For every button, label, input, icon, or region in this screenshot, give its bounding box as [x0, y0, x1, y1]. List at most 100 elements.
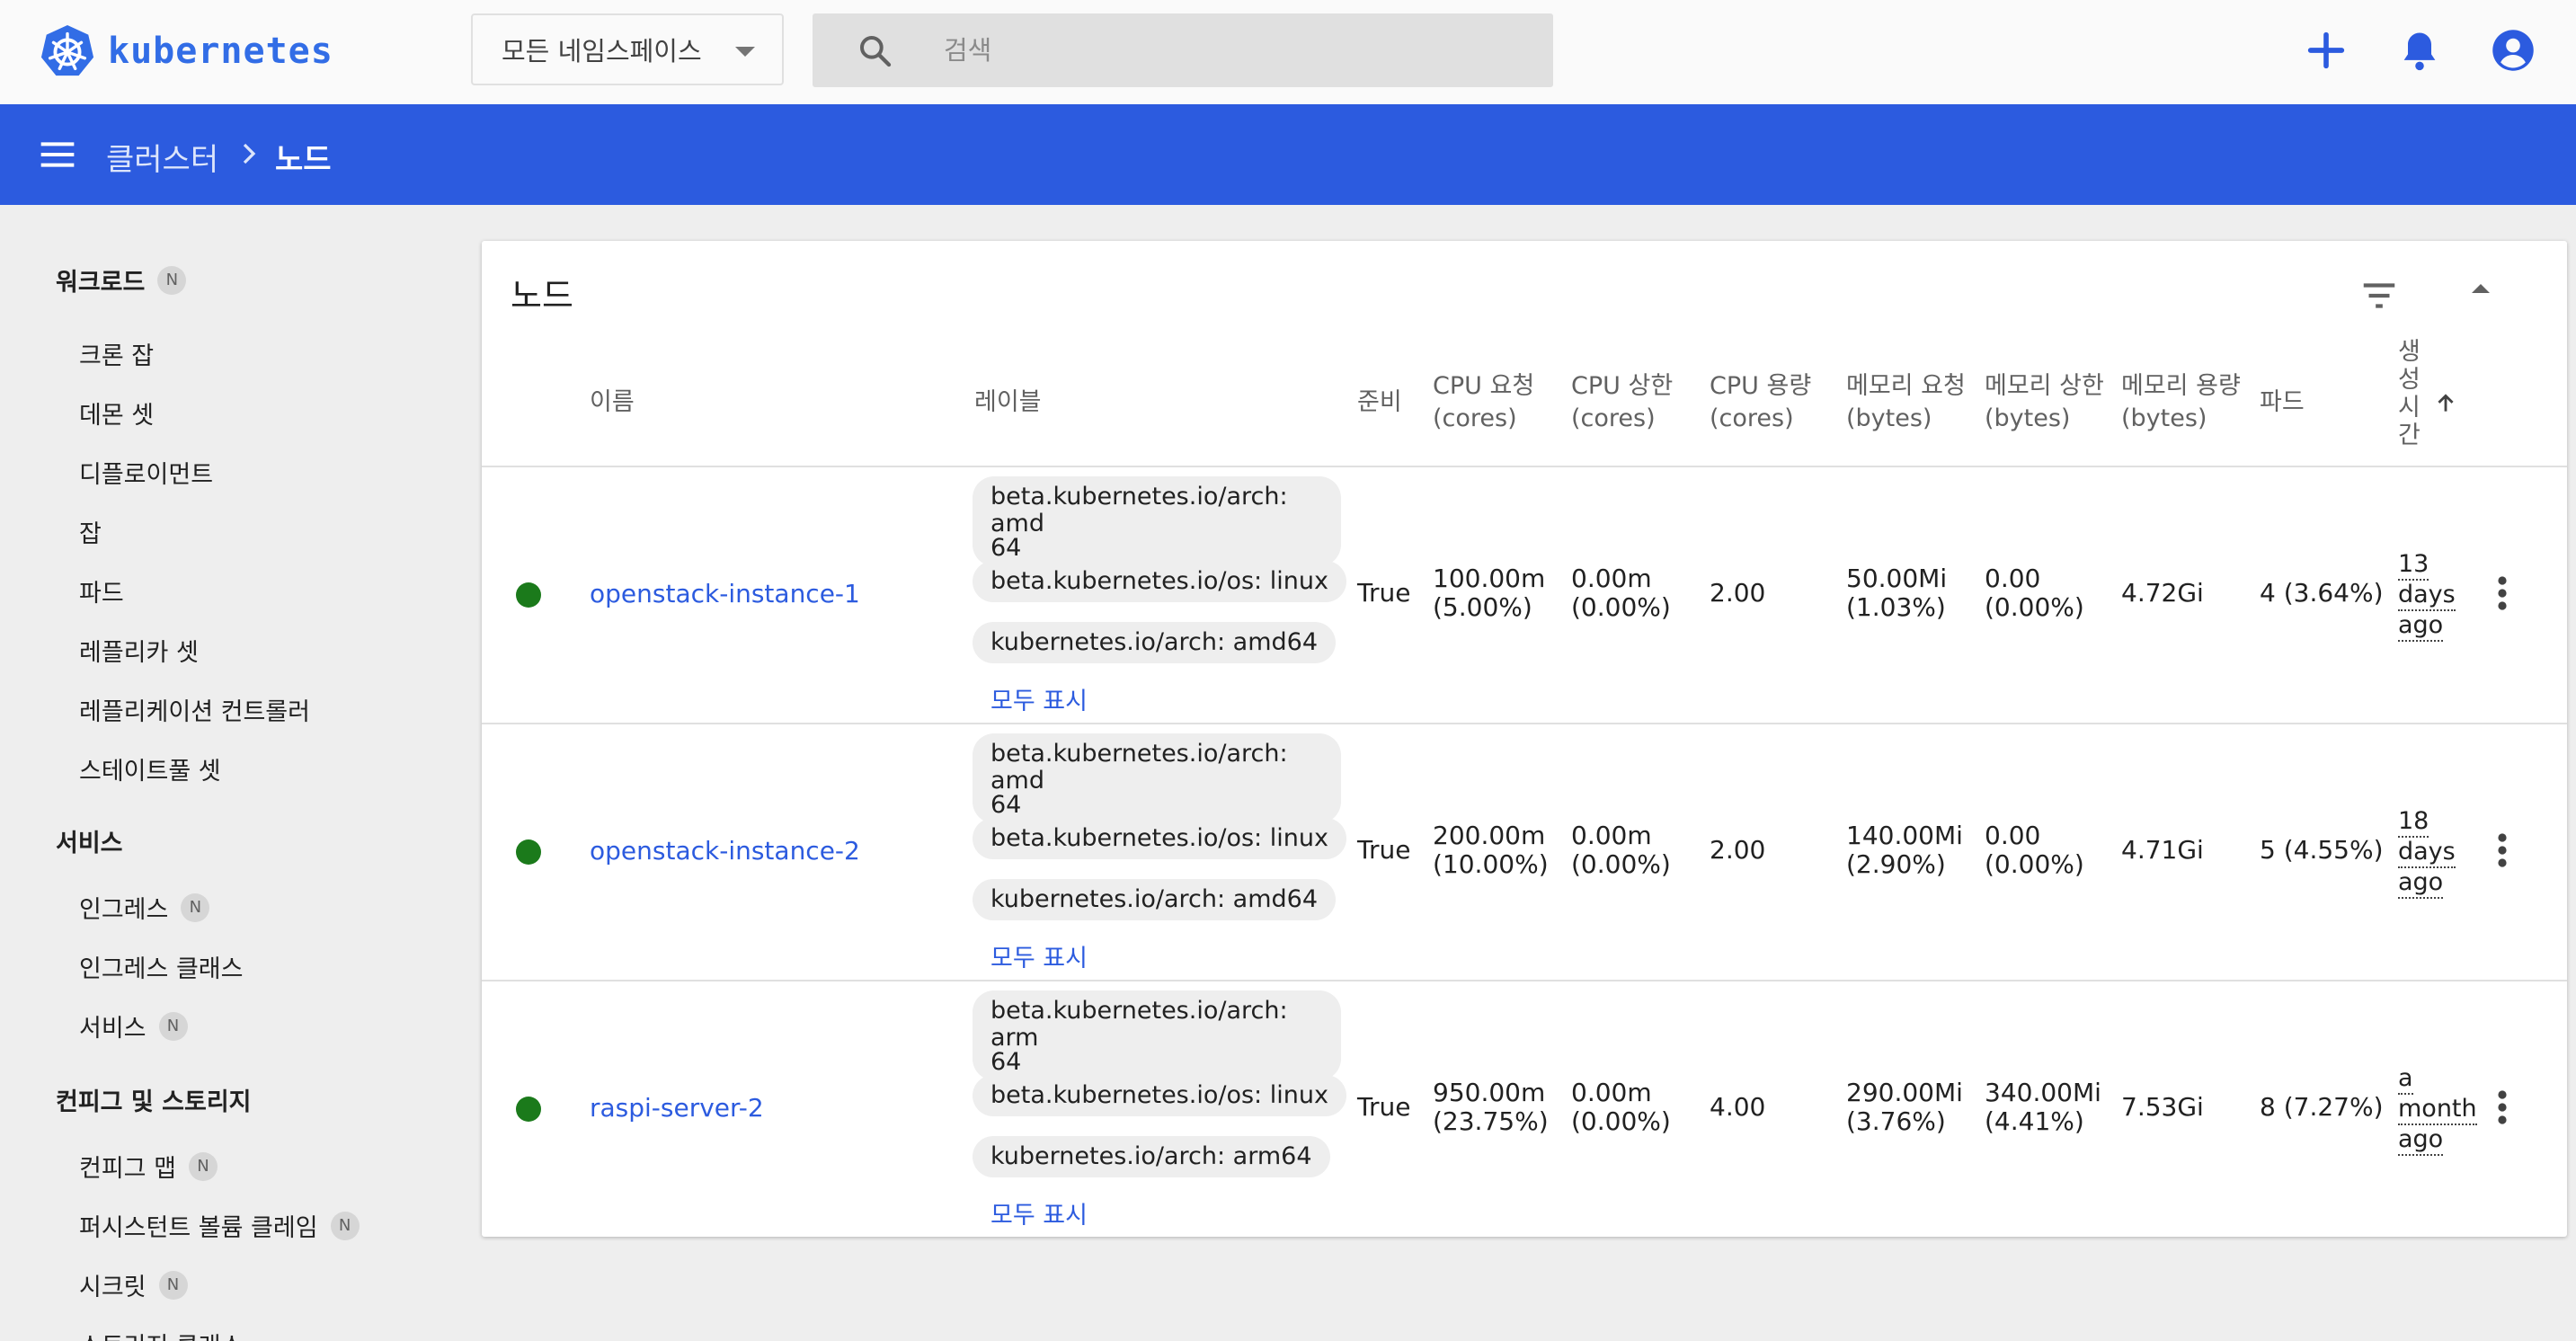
- namespaced-badge: N: [188, 1151, 218, 1181]
- top-bar: kubernetes 모든 네임스페이스: [0, 0, 2576, 104]
- namespaced-badge: N: [157, 265, 187, 295]
- node-name-link[interactable]: openstack-instance-2: [590, 836, 860, 866]
- label-chip[interactable]: beta.kubernetes.io/arch: amd 64: [973, 476, 1341, 566]
- namespace-select[interactable]: 모든 네임스페이스: [471, 13, 784, 85]
- label-chip[interactable]: kubernetes.io/arch: amd64: [973, 622, 1337, 663]
- sidebar-item-replication-controllers[interactable]: 레플리케이션 컨트롤러: [79, 692, 310, 727]
- plus-icon[interactable]: [2303, 27, 2349, 74]
- node-name-link[interactable]: openstack-instance-1: [590, 579, 860, 608]
- kubernetes-logo[interactable]: kubernetes: [40, 23, 333, 79]
- column-header-cpu-requests: CPU 요청 (cores): [1433, 372, 1535, 432]
- table-divider: [482, 723, 2567, 724]
- cpu-requests-value: 200.00m (10.00%): [1433, 821, 1549, 879]
- namespaced-badge: N: [330, 1211, 360, 1240]
- bell-icon[interactable]: [2396, 27, 2443, 74]
- column-header-created[interactable]: 생 성 시 간: [2398, 338, 2421, 449]
- label-chip[interactable]: beta.kubernetes.io/arch: amd 64: [973, 733, 1341, 823]
- search-input[interactable]: [944, 30, 1519, 71]
- sort-arrow-up-icon[interactable]: [2434, 390, 2457, 417]
- sidebar-item-daemonsets[interactable]: 데몬 셋: [79, 395, 154, 431]
- filter-icon[interactable]: [2358, 275, 2400, 316]
- node-name-link[interactable]: raspi-server-2: [590, 1093, 764, 1123]
- status-ok-icon: [516, 582, 541, 608]
- cpu-limits-value: 0.00m (0.00%): [1571, 1078, 1671, 1136]
- sidebar-item-storage-classes[interactable]: 스토리지 클래스: [79, 1327, 243, 1341]
- memory-capacity-value: 4.71Gi: [2121, 835, 2204, 865]
- logo-text: kubernetes: [108, 31, 333, 72]
- created-age: 13 days ago: [2398, 550, 2479, 642]
- kubernetes-wheel-icon: [40, 24, 94, 76]
- namespaced-badge: N: [158, 1270, 188, 1300]
- sidebar-item-replicasets[interactable]: 레플리카 셋: [79, 633, 199, 668]
- column-header-pods: 파드: [2260, 388, 2305, 416]
- more-vert-icon[interactable]: [2497, 1089, 2508, 1125]
- label-chip[interactable]: kubernetes.io/arch: amd64: [973, 879, 1337, 920]
- memory-requests-value: 140.00Mi (2.90%): [1846, 821, 1963, 879]
- sidebar-item-secrets[interactable]: 시크릿 N: [79, 1267, 188, 1302]
- table-divider: [482, 980, 2567, 981]
- status-ok-icon: [516, 1097, 541, 1122]
- label-chip[interactable]: beta.kubernetes.io/os: linux: [973, 1075, 1346, 1116]
- more-vert-icon[interactable]: [2497, 832, 2508, 868]
- show-all-labels-link[interactable]: 모두 표시: [990, 681, 1088, 716]
- memory-capacity-value: 4.72Gi: [2121, 578, 2204, 608]
- sidebar-item-jobs[interactable]: 잡: [79, 514, 102, 549]
- column-header-cpu-capacity: CPU 용량 (cores): [1710, 372, 1812, 432]
- memory-limits-value: 340.00Mi (4.41%): [1985, 1078, 2101, 1136]
- cpu-requests-value: 950.00m (23.75%): [1433, 1078, 1549, 1136]
- more-vert-icon[interactable]: [2497, 575, 2508, 611]
- memory-limits-value: 0.00 (0.00%): [1985, 821, 2084, 879]
- column-header-memory-requests: 메모리 요청 (bytes): [1846, 372, 1966, 432]
- sidebar-group-config-storage[interactable]: 컨피그 및 스토리지: [56, 1082, 252, 1117]
- namespaced-badge: N: [181, 893, 210, 922]
- column-header-memory-capacity: 메모리 용량 (bytes): [2121, 372, 2241, 432]
- cpu-capacity-value: 2.00: [1710, 835, 1766, 865]
- memory-requests-value: 290.00Mi (3.76%): [1846, 1078, 1963, 1136]
- label-chip[interactable]: kubernetes.io/arch: arm64: [973, 1136, 1330, 1177]
- label-chip[interactable]: beta.kubernetes.io/arch: arm 64: [973, 990, 1341, 1080]
- created-age: 18 days ago: [2398, 807, 2479, 899]
- ready-value: True: [1357, 578, 1411, 608]
- sidebar-item-statefulsets[interactable]: 스테이트풀 셋: [79, 751, 221, 786]
- sidebar-item-ingresses[interactable]: 인그레스 N: [79, 890, 210, 925]
- sidebar-group-workloads[interactable]: 워크로드 N: [56, 262, 187, 298]
- sidebar-item-deployments[interactable]: 디플로이먼트: [79, 455, 213, 490]
- pods-value: 8 (7.27%): [2260, 1092, 2384, 1122]
- status-ok-icon: [516, 839, 541, 865]
- breadcrumb-parent[interactable]: 클러스터: [106, 135, 218, 179]
- column-header-labels: 레이블: [974, 388, 1042, 416]
- show-all-labels-link[interactable]: 모두 표시: [990, 1195, 1088, 1230]
- sidebar-item-services[interactable]: 서비스 N: [79, 1008, 188, 1043]
- sidebar-item-pvcs[interactable]: 퍼시스턴트 볼륨 클레임 N: [79, 1208, 360, 1243]
- cpu-limits-value: 0.00m (0.00%): [1571, 564, 1671, 622]
- sidebar-group-services[interactable]: 서비스: [56, 823, 123, 858]
- account-icon[interactable]: [2490, 27, 2536, 74]
- memory-requests-value: 50.00Mi (1.03%): [1846, 564, 1948, 622]
- cpu-capacity-value: 4.00: [1710, 1092, 1766, 1122]
- cpu-requests-value: 100.00m (5.00%): [1433, 564, 1546, 622]
- column-header-ready: 준비: [1357, 388, 1402, 416]
- table-divider: [482, 466, 2567, 467]
- sidebar-item-pods[interactable]: 파드: [79, 573, 124, 608]
- show-all-labels-link[interactable]: 모두 표시: [990, 938, 1088, 973]
- breadcrumb-bar: 클러스터 노드: [0, 104, 2576, 205]
- menu-icon[interactable]: [40, 138, 76, 171]
- sidebar: 워크로드 N 크론 잡 데몬 셋 디플로이먼트 잡 파드 레플리카 셋 레플리케…: [0, 205, 480, 1341]
- sidebar-item-cronjobs[interactable]: 크론 잡: [79, 336, 154, 371]
- search-icon: [860, 36, 892, 67]
- sidebar-item-ingress-classes[interactable]: 인그레스 클래스: [79, 949, 243, 984]
- breadcrumb-current: 노드: [275, 142, 332, 178]
- label-chip[interactable]: beta.kubernetes.io/os: linux: [973, 818, 1346, 859]
- card-title: 노드: [511, 276, 573, 315]
- sidebar-item-configmaps[interactable]: 컨피그 맵 N: [79, 1149, 218, 1184]
- collapse-icon[interactable]: [2472, 284, 2490, 293]
- pods-value: 4 (3.64%): [2260, 578, 2384, 608]
- chevron-right-icon: [243, 143, 256, 164]
- label-chip[interactable]: beta.kubernetes.io/os: linux: [973, 561, 1346, 602]
- ready-value: True: [1357, 835, 1411, 865]
- memory-limits-value: 0.00 (0.00%): [1985, 564, 2084, 622]
- created-age: a month ago: [2398, 1064, 2479, 1156]
- column-header-name[interactable]: 이름: [590, 386, 635, 419]
- namespaced-badge: N: [158, 1011, 188, 1041]
- column-header-memory-limits: 메모리 상한 (bytes): [1985, 372, 2104, 432]
